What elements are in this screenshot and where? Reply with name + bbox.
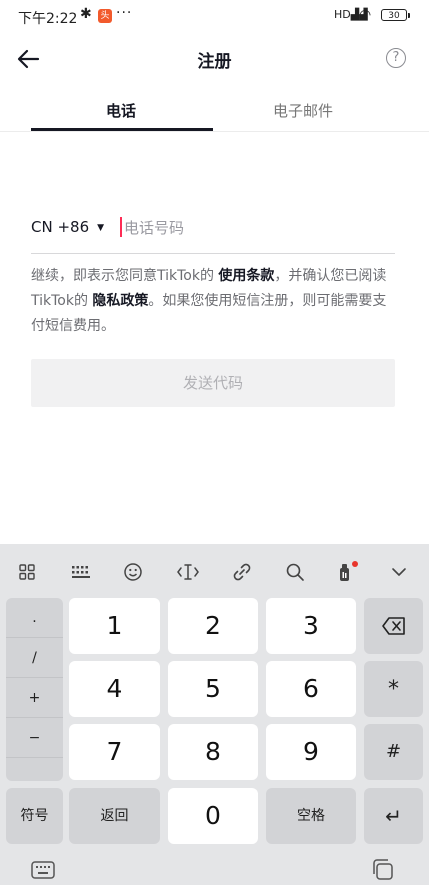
key-2[interactable]: 2 [168, 598, 258, 654]
backspace-icon [381, 617, 405, 635]
symbols-key[interactable]: 符号 [6, 788, 63, 844]
keyboard-switch-icon[interactable] [30, 859, 56, 881]
send-code-button[interactable]: 发送代码 [31, 359, 395, 407]
terms-of-use-link[interactable]: 使用条款 [218, 268, 274, 284]
key-minus[interactable]: − [6, 718, 63, 758]
key-period[interactable]: . [6, 598, 63, 638]
collapse-keyboard-icon[interactable] [385, 560, 413, 584]
space-key[interactable]: 空格 [266, 788, 356, 844]
dropdown-arrow-icon: ▼ [97, 223, 105, 233]
key-0[interactable]: 0 [168, 788, 258, 844]
key-slash[interactable]: / [6, 638, 63, 678]
tab-phone[interactable]: 电话 [31, 100, 211, 121]
key-3[interactable]: 3 [266, 598, 356, 654]
key-plus[interactable]: + [6, 678, 63, 718]
key-8[interactable]: 8 [168, 724, 258, 780]
app-notification-icon: 头 [98, 9, 112, 23]
country-code-selector[interactable]: CN +86 ▼ [31, 218, 104, 236]
terms-notice: 继续，即表示您同意TikTok的 使用条款，并确认您已阅读TikTok的 隐私政… [31, 264, 399, 339]
phone-number-input[interactable]: 电话号码 [124, 217, 184, 238]
key-4[interactable]: 4 [69, 661, 160, 717]
battery-icon: 30 [381, 9, 410, 21]
text-cursor [120, 217, 122, 237]
key-7[interactable]: 7 [69, 724, 160, 780]
enter-key[interactable]: ↵ [364, 788, 423, 844]
page-title: 注册 [197, 52, 232, 72]
key-5[interactable]: 5 [168, 661, 258, 717]
voice-icon[interactable] [333, 560, 361, 584]
grid-icon[interactable] [13, 560, 41, 584]
key-1[interactable]: 1 [69, 598, 160, 654]
key-6[interactable]: 6 [266, 661, 356, 717]
country-code-label: CN +86 [31, 218, 90, 236]
cursor-move-icon[interactable] [174, 560, 202, 584]
status-bar: 下午2:22 ✱ 头 ··· HD▟▟ ◠ 30 [0, 0, 429, 34]
key-9[interactable]: 9 [266, 724, 356, 780]
input-underline [31, 253, 395, 254]
key-symbol-extra[interactable] [6, 758, 63, 781]
bluetooth-icon: ✱ [80, 6, 92, 22]
wifi-icon: ◠ [359, 7, 372, 23]
more-notifications-icon: ··· [116, 5, 133, 21]
backspace-key[interactable] [364, 598, 423, 654]
key-asterisk[interactable]: * [364, 661, 423, 717]
back-key[interactable]: 返回 [69, 788, 160, 844]
terms-text-prefix: 继续，即表示您同意TikTok的 [31, 268, 219, 284]
tab-divider [0, 131, 429, 132]
help-icon[interactable]: ? [386, 48, 406, 68]
key-hash[interactable]: # [364, 724, 423, 780]
privacy-policy-link[interactable]: 隐私政策 [92, 293, 148, 309]
tab-email[interactable]: 电子邮件 [213, 100, 393, 121]
search-icon[interactable] [281, 560, 309, 584]
clipboard-link-icon[interactable] [228, 560, 256, 584]
emoji-icon[interactable] [119, 560, 147, 584]
clipboard-icon[interactable] [370, 858, 396, 882]
symbol-column: . / + − [6, 598, 63, 781]
keyboard-layout-icon[interactable] [67, 560, 95, 584]
status-time: 下午2:22 [18, 11, 78, 27]
